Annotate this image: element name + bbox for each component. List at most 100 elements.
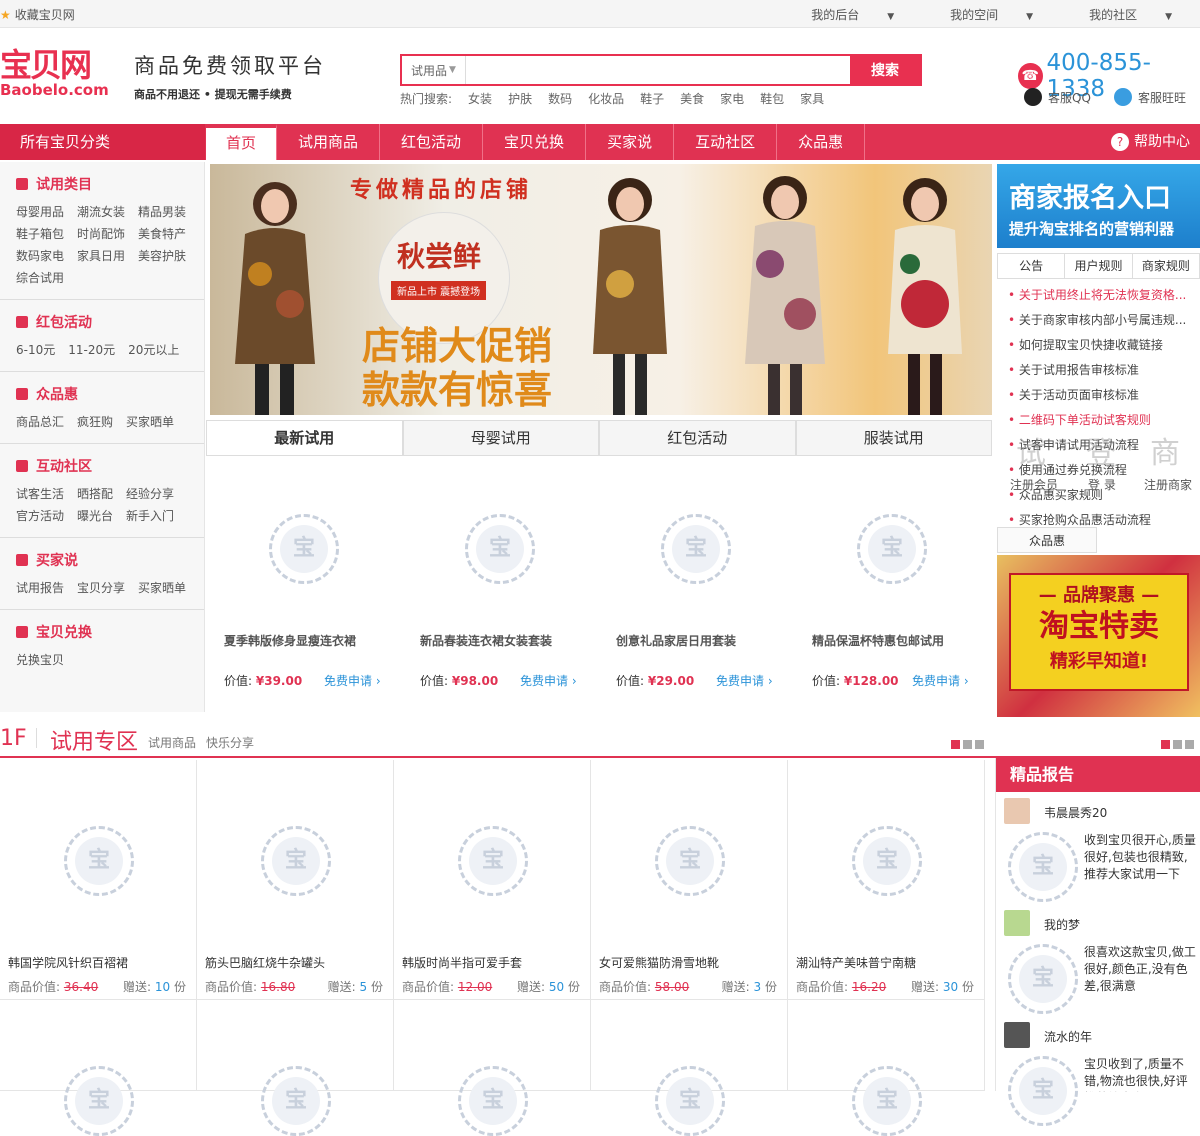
floor-sub-link[interactable]: 快乐分享 <box>206 736 254 750</box>
sidebar-link[interactable]: 20元以上 <box>128 339 179 361</box>
sidebar-link[interactable]: 数码家电 <box>16 245 64 267</box>
qq-service-link[interactable]: 客服QQ <box>1024 88 1091 106</box>
sidebar-link[interactable]: 买家晒单 <box>138 577 186 599</box>
sidebar-link[interactable]: 疯狂购 <box>77 411 113 433</box>
floor-product-card[interactable]: 宝 韩国学院风针织百褶裙 商品价值: 36.40 赠送: 10 份 <box>0 760 197 1000</box>
report-item[interactable]: 韦晨晨秀20 宝 收到宝贝很开心,质量很好,包装也很精致,推荐大家试用一下 <box>1004 798 1199 904</box>
sidebar-link[interactable]: 宝贝分享 <box>77 577 125 599</box>
sidebar-link[interactable]: 曝光台 <box>77 505 113 527</box>
chevron-down-icon: ▼ <box>449 65 456 75</box>
floor-sub-link[interactable]: 试用商品 <box>148 736 196 750</box>
hot-search-link[interactable]: 鞋子 <box>640 90 664 107</box>
tab-red-packet[interactable]: 红包活动 <box>599 420 796 455</box>
sidebar-link[interactable]: 11-20元 <box>68 339 115 361</box>
sidebar-link[interactable]: 精品男装 <box>138 201 186 223</box>
sidebar-link[interactable]: 潮流女装 <box>77 201 125 223</box>
nav-exchange[interactable]: 宝贝兑换 <box>483 124 587 160</box>
hot-search-link[interactable]: 鞋包 <box>760 90 784 107</box>
product-card[interactable]: 宝 夏季韩版修身显瘦连衣裙 价值: ¥39.00 免费申请 › <box>206 458 402 708</box>
floor-product-card[interactable]: 宝 韩版时尚半指可爱手套 商品价值: 12.00 赠送: 50 份 <box>394 760 591 1000</box>
register-merchant-link[interactable]: 注册商家 <box>1144 476 1192 493</box>
sidebar-link[interactable]: 美食特产 <box>138 223 186 245</box>
my-space-link[interactable]: 我的空间 ▼ <box>936 6 1047 23</box>
hot-search-link[interactable]: 化妆品 <box>588 90 624 107</box>
sidebar-link[interactable]: 母婴用品 <box>16 201 64 223</box>
sidebar-link[interactable]: 美容护肤 <box>138 245 186 267</box>
sidebar-link[interactable]: 鞋子箱包 <box>16 223 64 245</box>
sidebar-link[interactable]: 试用报告 <box>16 577 64 599</box>
hero-banner[interactable]: 专做精品的店铺 秋尝鲜 新品上市 震撼登场 店铺大促销 款款有惊喜 <box>210 164 992 415</box>
report-item[interactable]: 我的梦 宝 很喜欢这款宝贝,做工很好,颜色正,没有色差,很满意 <box>1004 910 1199 1016</box>
wangwang-service-link[interactable]: 客服旺旺 <box>1114 88 1186 106</box>
sidebar-link[interactable]: 时尚配饰 <box>77 223 125 245</box>
site-logo[interactable]: 宝贝网 Baobelo.com <box>0 48 124 104</box>
notice-item[interactable]: 关于活动页面审核标准 <box>1008 383 1198 408</box>
sidebar-link[interactable]: 经验分享 <box>126 483 174 505</box>
nav-home[interactable]: 首页 <box>206 124 278 160</box>
login-link[interactable]: 登 录 <box>1088 476 1116 493</box>
all-categories-button[interactable]: 所有宝贝分类 <box>0 124 205 160</box>
tab-latest-trial[interactable]: 最新试用 <box>206 420 403 455</box>
hot-search-link[interactable]: 护肤 <box>508 90 532 107</box>
carousel-dots[interactable] <box>948 740 984 749</box>
my-community-link[interactable]: 我的社区 ▼ <box>1075 6 1186 23</box>
nav-community[interactable]: 互动社区 <box>674 124 778 160</box>
my-backend-link[interactable]: 我的后台 ▼ <box>797 6 908 23</box>
apply-link[interactable]: 免费申请 › <box>912 672 969 689</box>
search-input[interactable] <box>466 56 850 84</box>
apply-link[interactable]: 免费申请 › <box>716 672 773 689</box>
tab-clothing-trial[interactable]: 服装试用 <box>795 420 992 455</box>
nav-trial-products[interactable]: 试用商品 <box>277 124 381 160</box>
sidebar-link[interactable]: 综合试用 <box>16 267 64 289</box>
search-category-select[interactable]: 试用品 ▼ <box>402 56 466 84</box>
search-button[interactable]: 搜索 <box>850 56 920 84</box>
apply-link[interactable]: 免费申请 › <box>520 672 577 689</box>
sidebar-link[interactable]: 兑换宝贝 <box>16 649 64 671</box>
hot-search-link[interactable]: 数码 <box>548 90 572 107</box>
sidebar-link[interactable]: 晒搭配 <box>77 483 113 505</box>
hot-search-link[interactable]: 家具 <box>800 90 824 107</box>
sidebar-link[interactable]: 官方活动 <box>16 505 64 527</box>
floor-product-card[interactable]: 宝 <box>197 1000 394 1136</box>
notice-item[interactable]: 关于商家审核内部小号属违规... <box>1008 308 1198 333</box>
favorite-link[interactable]: ★ 收藏宝贝网 <box>0 6 75 23</box>
merchant-signup-banner[interactable]: 商家报名入口 提升淘宝排名的营销利器 <box>997 164 1200 248</box>
floor-product-card[interactable]: 宝 <box>591 1000 788 1136</box>
carousel-dots[interactable] <box>1158 740 1194 749</box>
tab-notice[interactable]: 公告 <box>998 254 1066 278</box>
product-card[interactable]: 宝 创意礼品家居日用套装 价值: ¥29.00 免费申请 › <box>598 458 794 708</box>
tab-user-rules[interactable]: 用户规则 <box>1065 254 1133 278</box>
notice-item[interactable]: 关于试用终止将无法恢复资格... <box>1008 283 1198 308</box>
product-card[interactable]: 宝 精品保温杯特惠包邮试用 价值: ¥128.00 免费申请 › <box>794 458 990 708</box>
floor-product-card[interactable]: 宝 <box>788 1000 985 1136</box>
hot-search-link[interactable]: 女装 <box>468 90 492 107</box>
register-member-link[interactable]: 注册会员 <box>1010 476 1058 493</box>
sidebar-link[interactable]: 试客生活 <box>16 483 64 505</box>
hot-search-link[interactable]: 家电 <box>720 90 744 107</box>
floor-product-card[interactable]: 宝 筋头巴脑红烧牛杂罐头 商品价值: 16.80 赠送: 5 份 <box>197 760 394 1000</box>
floor-product-card[interactable]: 宝 潮汕特产美味普宁南糖 商品价值: 16.20 赠送: 30 份 <box>788 760 985 1000</box>
zph-tab[interactable]: 众品惠 <box>997 527 1097 553</box>
nav-buyer-say[interactable]: 买家说 <box>586 124 675 160</box>
notice-item[interactable]: 如何提取宝贝快捷收藏链接 <box>1008 333 1198 358</box>
nav-red-packet[interactable]: 红包活动 <box>380 124 484 160</box>
tab-merchant-rules[interactable]: 商家规则 <box>1133 254 1199 278</box>
sidebar-link[interactable]: 商品总汇 <box>16 411 64 433</box>
sidebar-section-community: 互动社区 试客生活 晒搭配 经验分享 官方活动 曝光台 新手入门 <box>0 444 204 538</box>
product-card[interactable]: 宝 新品春装连衣裙女装套装 价值: ¥98.00 免费申请 › <box>402 458 598 708</box>
sidebar-link[interactable]: 新手入门 <box>126 505 174 527</box>
sidebar-link[interactable]: 买家晒单 <box>126 411 174 433</box>
sidebar-link[interactable]: 6-10元 <box>16 339 55 361</box>
floor-product-card[interactable]: 宝 <box>0 1000 197 1136</box>
tab-baby-trial[interactable]: 母婴试用 <box>402 420 599 455</box>
sidebar-link[interactable]: 家具日用 <box>77 245 125 267</box>
taobao-promo-banner[interactable]: — 品牌聚惠 — 淘宝特卖 精彩早知道! <box>997 555 1200 717</box>
apply-link[interactable]: 免费申请 › <box>324 672 381 689</box>
hot-search-link[interactable]: 美食 <box>680 90 704 107</box>
report-item[interactable]: 流水的年 宝 宝贝收到了,质量不错,物流也很快,好评推荐给大家 <box>1004 1022 1199 1126</box>
notice-item[interactable]: 关于试用报告审核标准 <box>1008 358 1198 383</box>
nav-zhongpinhui[interactable]: 众品惠 <box>777 124 866 160</box>
floor-product-card[interactable]: 宝 <box>394 1000 591 1136</box>
help-center-link[interactable]: ? 帮助中心 <box>1111 124 1190 160</box>
floor-product-card[interactable]: 宝 女可爱熊猫防滑雪地靴 商品价值: 58.00 赠送: 3 份 <box>591 760 788 1000</box>
